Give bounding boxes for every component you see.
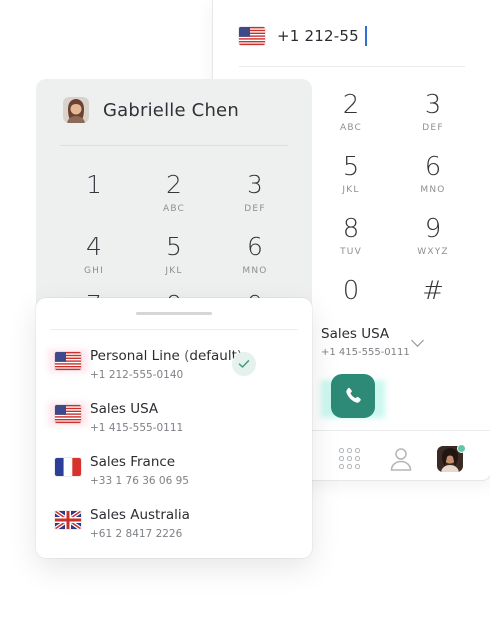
us-flag-icon: [55, 405, 81, 423]
online-status-indicator: [457, 444, 466, 453]
selected-line-number: +1 415-555-0111: [321, 347, 410, 358]
key-letters: WXYZ: [417, 247, 449, 257]
key-digit: 9: [424, 214, 442, 244]
key-digit: 0: [342, 276, 360, 306]
uk-flag-icon: [55, 511, 81, 529]
us-flag-icon: [55, 352, 81, 370]
key-letters: MNO: [420, 185, 446, 195]
user-name: Gabrielle Chen: [103, 99, 239, 121]
check-icon: [232, 352, 256, 376]
key-letters: GHI: [84, 266, 104, 276]
line-picker-sheet: Personal Line (default) +1 212-555-0140 …: [36, 298, 312, 558]
key-letters: ABC: [339, 123, 363, 133]
key-digit: 2: [166, 170, 182, 199]
sheet-drag-handle[interactable]: [136, 312, 212, 315]
line-name-text: Personal Line: [90, 348, 180, 364]
us-flag-icon[interactable]: [239, 27, 265, 45]
key-digit: 2: [342, 90, 360, 120]
key-digit: 3: [424, 90, 442, 120]
key-hash[interactable]: #: [393, 276, 473, 306]
dialed-number[interactable]: +1 212-55: [277, 27, 359, 45]
key-letters: DEF: [244, 204, 266, 214]
key-letters: JKL: [165, 266, 183, 276]
divider: [239, 66, 465, 67]
line-name: Sales USA: [90, 401, 159, 417]
key-digit: 1: [86, 170, 102, 199]
key-6[interactable]: 6 MNO: [393, 152, 473, 196]
default-tag-open: (: [179, 348, 190, 364]
user-avatar: [63, 97, 89, 123]
line-item-personal[interactable]: Personal Line (default) +1 212-555-0140: [48, 348, 294, 388]
key-letters: DEF: [422, 123, 444, 133]
divider: [50, 329, 298, 330]
key-0[interactable]: 0: [311, 276, 391, 306]
key-6[interactable]: 6 MNO: [215, 233, 295, 277]
key-2[interactable]: 2 ABC: [134, 171, 214, 215]
line-name: Personal Line (default): [90, 348, 242, 364]
key-8[interactable]: 8 TUV: [311, 214, 391, 258]
selected-line-name: Sales USA: [321, 326, 390, 342]
key-digit: 5: [342, 152, 360, 182]
key-digit: 8: [342, 214, 360, 244]
key-letters: TUV: [340, 247, 362, 257]
key-3[interactable]: 3 DEF: [393, 90, 473, 134]
phone-icon: [346, 387, 361, 403]
line-name: Sales Australia: [90, 507, 190, 523]
number-input-row[interactable]: +1 212-55: [239, 22, 367, 50]
key-digit: 3: [247, 170, 263, 199]
fr-flag-icon: [55, 458, 81, 476]
key-2[interactable]: 2 ABC: [311, 90, 391, 134]
line-number: +61 2 8417 2226: [90, 528, 183, 540]
key-1[interactable]: 1: [54, 171, 134, 199]
key-5[interactable]: 5 JKL: [134, 233, 214, 277]
key-digit: 5: [166, 232, 182, 261]
text-cursor: [364, 26, 367, 46]
key-digit: #: [422, 276, 444, 306]
line-number: +1 415-555-0111: [90, 422, 184, 434]
key-9[interactable]: 9 WXYZ: [393, 214, 473, 258]
call-button[interactable]: [331, 374, 375, 418]
key-letters: MNO: [242, 266, 268, 276]
line-item-sales-france[interactable]: Sales France +33 1 76 36 06 95: [54, 454, 294, 494]
key-digit: 4: [86, 232, 102, 261]
key-letters: JKL: [342, 185, 360, 195]
divider: [60, 145, 288, 146]
contacts-icon[interactable]: [389, 446, 413, 472]
user-header: Gabrielle Chen: [63, 97, 239, 123]
line-name: Sales France: [90, 454, 176, 470]
key-digit: 6: [424, 152, 442, 182]
line-number: +1 212-555-0140: [90, 369, 184, 381]
keypad-icon[interactable]: [339, 448, 361, 470]
line-selector[interactable]: Sales USA +1 415-555-0111: [321, 326, 410, 358]
key-letters: ABC: [162, 204, 186, 214]
chevron-down-icon[interactable]: [411, 334, 424, 347]
key-4[interactable]: 4 GHI: [54, 233, 134, 277]
line-item-sales-australia[interactable]: Sales Australia +61 2 8417 2226: [54, 507, 294, 547]
default-tag: default: [189, 348, 237, 364]
key-digit: 6: [247, 232, 263, 261]
line-number: +33 1 76 36 06 95: [90, 475, 189, 487]
key-5[interactable]: 5 JKL: [311, 152, 391, 196]
key-3[interactable]: 3 DEF: [215, 171, 295, 215]
caller-panel: Gabrielle Chen 1 2 ABC 3 DEF 4 GHI 5 JKL…: [36, 79, 312, 314]
line-item-sales-usa[interactable]: Sales USA +1 415-555-0111: [48, 401, 294, 441]
